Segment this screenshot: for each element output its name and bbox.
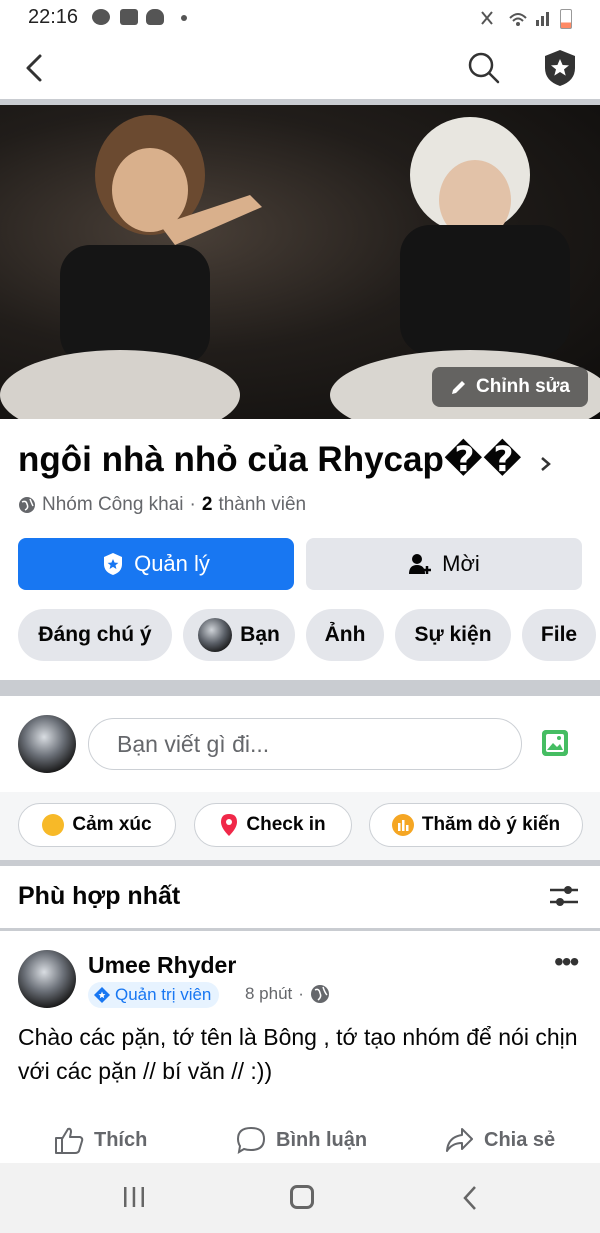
like-label: Thích xyxy=(94,1128,148,1151)
smiley-icon xyxy=(42,814,65,836)
member-label: thành viên xyxy=(218,494,307,515)
poll-icon xyxy=(391,814,414,836)
back-icon[interactable] xyxy=(18,50,54,86)
manage-label: Quản lý xyxy=(134,551,210,576)
tab-friends-label: Bạn xyxy=(240,623,280,646)
tab-files[interactable]: File xyxy=(522,609,596,661)
signal-wifi-icons xyxy=(481,11,549,26)
share-button[interactable]: Chia sẻ xyxy=(444,1122,555,1158)
share-label: Chia sẻ xyxy=(484,1128,556,1151)
tab-featured-label: Đáng chú ý xyxy=(38,623,152,646)
feeling-label: Cảm xúc xyxy=(72,814,152,835)
invite-label: Mời xyxy=(442,551,480,576)
friend-avatar xyxy=(198,618,233,652)
feeling-button[interactable]: Cảm xúc xyxy=(18,803,176,847)
gallery-notification-icon xyxy=(120,9,138,25)
group-meta: Nhóm Công khai · 2 thành viên xyxy=(18,494,306,516)
section-divider xyxy=(0,860,600,866)
tab-photos-label: Ảnh xyxy=(324,623,366,646)
top-navigation xyxy=(0,36,600,100)
messenger-notification-icon xyxy=(92,9,110,25)
post-author-name[interactable]: Umee Rhyder xyxy=(88,952,236,979)
add-person-icon xyxy=(409,554,432,574)
post-time-text: 8 phút xyxy=(245,984,293,1003)
invite-button[interactable]: Mời xyxy=(306,538,582,590)
tab-events-label: Sự kiện xyxy=(414,623,492,646)
search-icon[interactable] xyxy=(466,50,502,86)
feed-sort-label[interactable]: Phù hợp nhất xyxy=(18,882,180,911)
location-pin-icon xyxy=(221,814,238,836)
post-more-options-icon[interactable]: ••• xyxy=(554,946,579,978)
status-bar: 22:16 xyxy=(0,0,600,36)
check-in-button[interactable]: Check in xyxy=(194,803,352,847)
group-name[interactable]: ngôi nhà nhỏ của Rhycap�� xyxy=(18,440,522,480)
feed-divider xyxy=(0,928,600,931)
chevron-right-icon[interactable] xyxy=(538,452,554,476)
recent-apps-icon[interactable] xyxy=(122,1186,146,1208)
tab-events[interactable]: Sự kiện xyxy=(395,609,511,661)
tab-featured[interactable]: Đáng chú ý xyxy=(18,609,172,661)
composer-avatar[interactable] xyxy=(18,715,76,773)
like-button[interactable]: Thích xyxy=(54,1122,147,1158)
manage-button[interactable]: Quản lý xyxy=(18,538,294,590)
battery-icon xyxy=(560,9,572,29)
post-body-text: Chào các pặn, tớ tên là Bông , tớ tạo nh… xyxy=(18,1024,578,1084)
edit-cover-button[interactable]: Chỉnh sửa xyxy=(432,367,588,407)
tab-files-label: File xyxy=(540,623,578,646)
member-count: 2 xyxy=(201,494,213,515)
admin-badge: Quản trị viên xyxy=(88,982,220,1008)
shield-star-icon xyxy=(104,553,123,575)
section-divider xyxy=(0,680,600,696)
filter-sliders-icon[interactable] xyxy=(548,882,580,910)
poll-button[interactable]: Thăm dò ý kiến xyxy=(369,803,583,847)
diamond-badge-icon xyxy=(94,987,110,1003)
admin-badge-label: Quản trị viên xyxy=(115,985,212,1004)
post-author-avatar[interactable] xyxy=(18,950,76,1008)
pencil-icon xyxy=(452,381,465,394)
home-icon[interactable] xyxy=(290,1185,314,1209)
tab-friends[interactable]: Bạn xyxy=(183,609,295,661)
share-arrow-icon xyxy=(446,1128,473,1152)
admin-shield-icon[interactable] xyxy=(542,48,578,88)
check-in-label: Check in xyxy=(246,814,326,835)
status-time: 22:16 xyxy=(28,6,79,28)
system-back-icon[interactable] xyxy=(460,1184,480,1212)
globe-icon xyxy=(19,497,35,513)
photo-icon[interactable] xyxy=(542,730,568,756)
comment-bubble-icon xyxy=(236,1126,266,1154)
thumbs-up-icon xyxy=(55,1127,84,1154)
tab-photos[interactable]: Ảnh xyxy=(306,609,384,661)
composer-input[interactable]: Bạn viết gì đi... xyxy=(88,718,522,770)
comment-button[interactable]: Bình luận xyxy=(236,1122,367,1158)
post-time-separator: · xyxy=(298,984,304,1003)
meta-separator: · xyxy=(189,494,196,515)
cloud-notification-icon xyxy=(146,9,164,25)
comment-label: Bình luận xyxy=(276,1128,368,1151)
globe-icon xyxy=(310,985,329,1003)
group-privacy: Nhóm Công khai xyxy=(42,494,184,515)
more-notifications-dot-icon xyxy=(181,15,187,21)
poll-label: Thăm dò ý kiến xyxy=(421,814,561,835)
edit-cover-label: Chỉnh sửa xyxy=(476,376,570,397)
post-timestamp: 8 phút · xyxy=(245,984,330,1004)
